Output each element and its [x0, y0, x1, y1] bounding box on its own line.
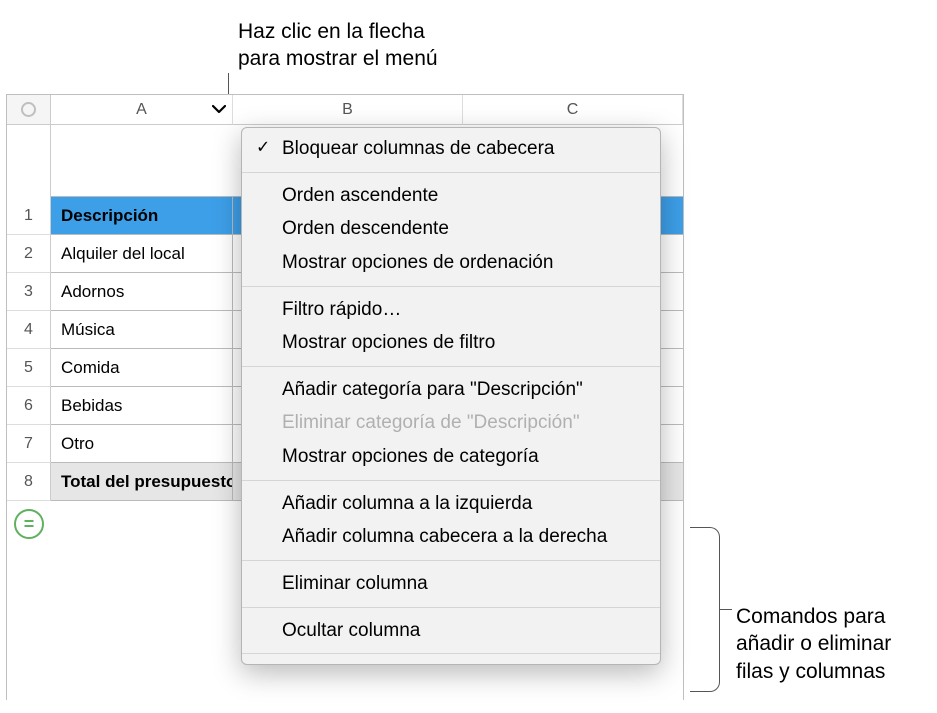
cell-a4[interactable]: Música [51, 311, 233, 348]
menu-lock-header-columns[interactable]: ✓ Bloquear columnas de cabecera [242, 132, 660, 166]
callout-top-text-1: Haz clic en la flecha [238, 18, 438, 45]
menu-delete-column[interactable]: Eliminar columna [242, 567, 660, 601]
cell-a7[interactable]: Otro [51, 425, 233, 462]
cell-a5[interactable]: Comida [51, 349, 233, 386]
callout-right-bracket [690, 527, 720, 692]
menu-remove-category: Eliminar categoría de "Descripción" [242, 406, 660, 440]
row-header-2[interactable]: 2 [7, 235, 51, 273]
column-b-label: B [342, 101, 353, 119]
table-corner-handle[interactable] [7, 95, 51, 125]
row-header-6[interactable]: 6 [7, 387, 51, 425]
row-header-4[interactable]: 4 [7, 311, 51, 349]
menu-hide-column[interactable]: Ocultar columna [242, 614, 660, 648]
menu-separator [242, 560, 660, 561]
chevron-down-icon[interactable] [212, 101, 226, 119]
footer-cell-total[interactable]: Total del presupuesto [51, 463, 233, 500]
menu-sort-options[interactable]: Mostrar opciones de ordenación [242, 246, 660, 280]
cell-a2[interactable]: Alquiler del local [51, 235, 233, 272]
menu-sort-ascending[interactable]: Orden ascendente [242, 179, 660, 213]
menu-separator [242, 607, 660, 608]
menu-separator [242, 653, 660, 654]
cell-a6[interactable]: Bebidas [51, 387, 233, 424]
row-header-spacer [7, 125, 51, 197]
cell-a3[interactable]: Adornos [51, 273, 233, 310]
callout-right-connector [720, 609, 732, 610]
menu-separator [242, 172, 660, 173]
menu-separator [242, 366, 660, 367]
column-header-a[interactable]: A [51, 95, 233, 125]
row-header-8[interactable]: 8 [7, 463, 51, 501]
column-header-c[interactable]: C [463, 95, 683, 125]
row-header-1[interactable]: 1 [7, 197, 51, 235]
select-all-circle-icon [21, 102, 36, 117]
callout-top-text-2: para mostrar el menú [238, 45, 438, 72]
column-headers: A B C [51, 95, 683, 125]
column-c-label: C [567, 101, 579, 119]
menu-add-category[interactable]: Añadir categoría para "Descripción" [242, 373, 660, 407]
callout-right: Comandos para añadir o eliminar filas y … [736, 603, 891, 685]
row-headers: 1 2 3 4 5 6 7 8 = [7, 125, 51, 539]
column-context-menu: ✓ Bloquear columnas de cabecera Orden as… [241, 127, 661, 665]
column-header-b[interactable]: B [233, 95, 463, 125]
equals-icon: = [24, 514, 35, 535]
header-cell-descripcion[interactable]: Descripción [51, 197, 233, 234]
callout-right-text-3: filas y columnas [736, 658, 891, 685]
menu-filter-options[interactable]: Mostrar opciones de filtro [242, 326, 660, 360]
menu-sort-descending[interactable]: Orden descendente [242, 212, 660, 246]
callout-top: Haz clic en la flecha para mostrar el me… [238, 18, 438, 73]
callout-right-text-1: Comandos para [736, 603, 891, 630]
checkmark-icon: ✓ [256, 136, 270, 159]
menu-add-column-left[interactable]: Añadir columna a la izquierda [242, 487, 660, 521]
row-header-5[interactable]: 5 [7, 349, 51, 387]
row-header-3[interactable]: 3 [7, 273, 51, 311]
formula-button[interactable]: = [14, 509, 44, 539]
menu-separator [242, 480, 660, 481]
menu-add-column-right[interactable]: Añadir columna cabecera a la derecha [242, 520, 660, 554]
row-header-7[interactable]: 7 [7, 425, 51, 463]
column-a-label: A [136, 101, 147, 119]
menu-category-options[interactable]: Mostrar opciones de categoría [242, 440, 660, 474]
menu-quick-filter[interactable]: Filtro rápido… [242, 293, 660, 327]
callout-right-text-2: añadir o eliminar [736, 630, 891, 657]
menu-separator [242, 286, 660, 287]
